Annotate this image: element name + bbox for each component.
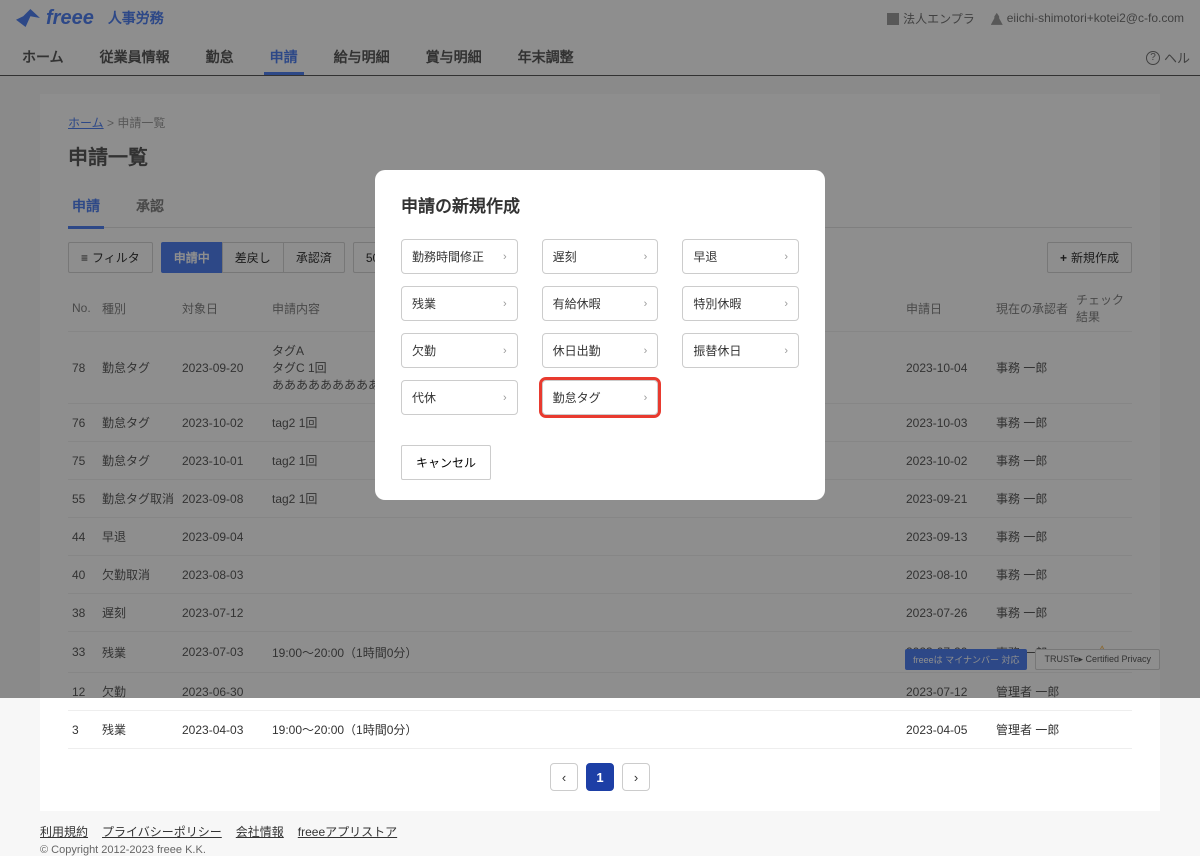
footer-link[interactable]: プライバシーポリシー <box>102 825 222 839</box>
modal-option-5[interactable]: 特別休暇 › <box>682 286 799 321</box>
modal-option-9[interactable]: 代休 › <box>401 380 518 415</box>
modal-option-label: 早退 <box>693 248 717 265</box>
chevron-right-icon: › <box>644 392 648 404</box>
footer-link[interactable]: 利用規約 <box>40 825 88 839</box>
pager-prev[interactable]: ‹ <box>550 763 578 791</box>
chevron-right-icon: › <box>503 392 507 404</box>
modal-option-label: 残業 <box>412 295 436 312</box>
modal-option-6[interactable]: 欠勤 › <box>401 333 518 368</box>
modal-option-label: 欠勤 <box>412 342 436 359</box>
copyright: © Copyright 2012-2023 freee K.K. <box>40 844 1160 856</box>
table-row[interactable]: 3残業2023-04-0319:00～20:00（1時間0分）2023-04-0… <box>68 711 1132 749</box>
modal-option-2[interactable]: 早退 › <box>682 239 799 274</box>
modal-option-1[interactable]: 遅刻 › <box>542 239 659 274</box>
modal-option-8[interactable]: 振替休日 › <box>682 333 799 368</box>
modal-option-3[interactable]: 残業 › <box>401 286 518 321</box>
modal-option-label: 有給休暇 <box>553 295 601 312</box>
modal-option-grid: 勤務時間修正›遅刻›早退›残業›有給休暇›特別休暇›欠勤›休日出勤›振替休日›代… <box>401 239 799 415</box>
modal-option-7[interactable]: 休日出勤 › <box>542 333 659 368</box>
chevron-right-icon: › <box>503 345 507 357</box>
chevron-right-icon: › <box>503 251 507 263</box>
modal-option-4[interactable]: 有給休暇 › <box>542 286 659 321</box>
modal-option-label: 勤務時間修正 <box>412 248 484 265</box>
chevron-right-icon: › <box>644 298 648 310</box>
chevron-right-icon: › <box>784 251 788 263</box>
modal-option-10[interactable]: 勤怠タグ › <box>542 380 659 415</box>
pager-next[interactable]: › <box>622 763 650 791</box>
modal-option-label: 特別休暇 <box>693 295 741 312</box>
modal-option-label: 勤怠タグ <box>553 389 601 406</box>
modal-cancel-button[interactable]: キャンセル <box>401 445 491 480</box>
modal-option-label: 遅刻 <box>553 248 577 265</box>
modal-title: 申請の新規作成 <box>401 192 799 217</box>
modal-option-label: 休日出勤 <box>553 342 601 359</box>
footer-link[interactable]: 会社情報 <box>236 825 284 839</box>
footer-link[interactable]: freeeアプリストア <box>298 825 397 839</box>
chevron-right-icon: › <box>503 298 507 310</box>
chevron-right-icon: › <box>644 251 648 263</box>
chevron-right-icon: › <box>784 298 788 310</box>
pager: ‹ 1 › <box>68 763 1132 791</box>
new-request-modal: 申請の新規作成 勤務時間修正›遅刻›早退›残業›有給休暇›特別休暇›欠勤›休日出… <box>375 170 825 500</box>
modal-option-0[interactable]: 勤務時間修正 › <box>401 239 518 274</box>
chevron-right-icon: › <box>644 345 648 357</box>
pager-page-1[interactable]: 1 <box>586 763 614 791</box>
modal-option-label: 代休 <box>412 389 436 406</box>
chevron-right-icon: › <box>784 345 788 357</box>
modal-option-label: 振替休日 <box>693 342 741 359</box>
footer-links: 利用規約プライバシーポリシー会社情報 freeeアプリストア <box>40 823 1160 840</box>
